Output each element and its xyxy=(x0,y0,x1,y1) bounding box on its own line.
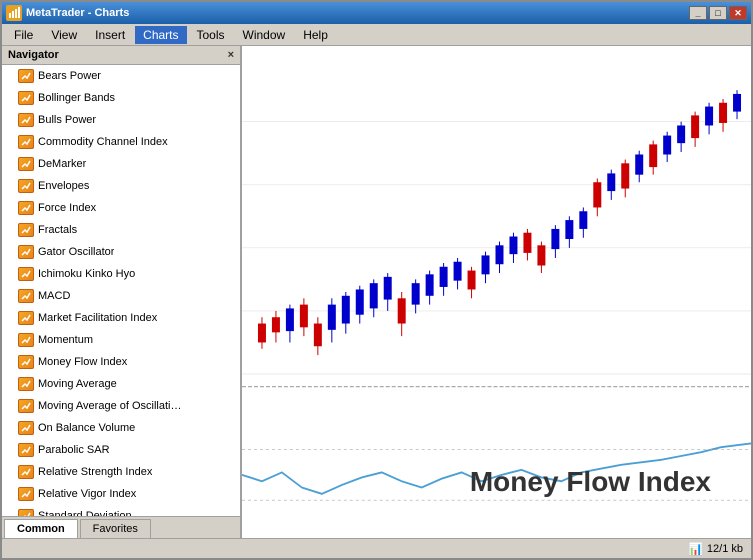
menu-tools[interactable]: Tools xyxy=(189,26,233,44)
nav-item-label: Money Flow Index xyxy=(38,353,127,371)
nav-item-label: Bears Power xyxy=(38,67,101,85)
app-icon xyxy=(6,5,22,21)
status-bar: 📊 12/1 kb xyxy=(2,538,751,558)
nav-item-macd[interactable]: MACD xyxy=(2,285,240,307)
nav-item-momentum[interactable]: Momentum xyxy=(2,329,240,351)
nav-item-demarker[interactable]: DeMarker xyxy=(2,153,240,175)
indicator-icon xyxy=(18,135,34,149)
nav-item-relative-vigor-index[interactable]: Relative Vigor Index xyxy=(2,483,240,505)
nav-item-money-flow-index[interactable]: Money Flow Index xyxy=(2,351,240,373)
menu-insert[interactable]: Insert xyxy=(87,26,133,44)
indicator-icon xyxy=(18,311,34,325)
indicator-icon xyxy=(18,113,34,127)
menu-window[interactable]: Window xyxy=(235,26,294,44)
menu-file[interactable]: File xyxy=(6,26,41,44)
close-button[interactable]: ✕ xyxy=(729,6,747,20)
nav-item-parabolic-sar[interactable]: Parabolic SAR xyxy=(2,439,240,461)
nav-item-label: On Balance Volume xyxy=(38,419,135,437)
nav-item-ichimoku-kinko-hyo[interactable]: Ichimoku Kinko Hyo xyxy=(2,263,240,285)
navigator-header: Navigator × xyxy=(2,46,240,65)
navigator-panel: Navigator × Bears Power Bollinger Bands Bu… xyxy=(2,46,242,538)
nav-item-label: Standard Deviation xyxy=(38,507,132,516)
indicator-icon xyxy=(18,333,34,347)
nav-item-market-facilitation-index[interactable]: Market Facilitation Index xyxy=(2,307,240,329)
nav-item-fractals[interactable]: Fractals xyxy=(2,219,240,241)
navigator-list[interactable]: Bears Power Bollinger Bands Bulls Power Com… xyxy=(2,65,240,516)
nav-item-label: Fractals xyxy=(38,221,77,239)
main-content: Navigator × Bears Power Bollinger Bands Bu… xyxy=(2,46,751,538)
window-title: MetaTrader - Charts xyxy=(26,7,129,19)
window-controls: _ □ ✕ xyxy=(689,6,747,20)
indicator-icon xyxy=(18,201,34,215)
maximize-button[interactable]: □ xyxy=(709,6,727,20)
main-window: MetaTrader - Charts _ □ ✕ File View Inse… xyxy=(0,0,753,560)
chart-area: 🗗 ✕ xyxy=(242,46,751,538)
nav-item-label: DeMarker xyxy=(38,155,86,173)
nav-item-label: MACD xyxy=(38,287,70,305)
nav-item-label: Gator Oscillator xyxy=(38,243,114,261)
navigator-close-button[interactable]: × xyxy=(228,49,234,61)
nav-item-bollinger-bands[interactable]: Bollinger Bands xyxy=(2,87,240,109)
nav-item-label: Moving Average of Oscillati… xyxy=(38,397,181,415)
nav-item-label: Moving Average xyxy=(38,375,117,393)
nav-item-label: Bulls Power xyxy=(38,111,96,129)
nav-item-on-balance-volume[interactable]: On Balance Volume xyxy=(2,417,240,439)
indicator-icon xyxy=(18,465,34,479)
nav-item-label: Relative Vigor Index xyxy=(38,485,136,503)
title-bar: MetaTrader - Charts _ □ ✕ xyxy=(2,2,751,24)
nav-item-label: Force Index xyxy=(38,199,96,217)
indicator-icon xyxy=(18,289,34,303)
status-stats: 12/1 kb xyxy=(707,543,743,555)
nav-item-label: Momentum xyxy=(38,331,93,349)
nav-item-gator-oscillator[interactable]: Gator Oscillator xyxy=(2,241,240,263)
nav-item-label: Market Facilitation Index xyxy=(38,309,157,327)
nav-item-bulls-power[interactable]: Bulls Power xyxy=(2,109,240,131)
indicator-icon xyxy=(18,223,34,237)
indicator-icon xyxy=(18,509,34,516)
nav-item-commodity-channel-index[interactable]: Commodity Channel Index xyxy=(2,131,240,153)
menu-charts[interactable]: Charts xyxy=(135,26,186,44)
menu-help[interactable]: Help xyxy=(295,26,336,44)
indicator-icon xyxy=(18,267,34,281)
status-right: 📊 12/1 kb xyxy=(688,542,743,556)
nav-item-relative-strength-index[interactable]: Relative Strength Index xyxy=(2,461,240,483)
chart-canvas: Money Flow Index xyxy=(242,46,751,538)
indicator-icon xyxy=(18,443,34,457)
candlestick-chart xyxy=(242,46,751,538)
nav-item-moving-average-oscillator[interactable]: Moving Average of Oscillati… xyxy=(2,395,240,417)
indicator-icon xyxy=(18,355,34,369)
indicator-icon xyxy=(18,157,34,171)
nav-item-envelopes[interactable]: Envelopes xyxy=(2,175,240,197)
indicator-icon xyxy=(18,69,34,83)
nav-item-label: Parabolic SAR xyxy=(38,441,110,459)
menu-bar: File View Insert Charts Tools Window Hel… xyxy=(2,24,751,46)
nav-item-bears-power[interactable]: Bears Power xyxy=(2,65,240,87)
indicator-icon xyxy=(18,245,34,259)
navigator-title: Navigator xyxy=(8,49,59,61)
tab-favorites[interactable]: Favorites xyxy=(80,519,151,538)
indicator-icon xyxy=(18,377,34,391)
status-bar-chart-icon: 📊 xyxy=(688,542,703,556)
nav-item-label: Commodity Channel Index xyxy=(38,133,168,151)
indicator-icon xyxy=(18,421,34,435)
nav-item-label: Envelopes xyxy=(38,177,89,195)
nav-item-label: Relative Strength Index xyxy=(38,463,152,481)
nav-item-force-index[interactable]: Force Index xyxy=(2,197,240,219)
minimize-button[interactable]: _ xyxy=(689,6,707,20)
indicator-icon xyxy=(18,91,34,105)
nav-item-label: Bollinger Bands xyxy=(38,89,115,107)
nav-item-standard-deviation[interactable]: Standard Deviation xyxy=(2,505,240,516)
indicator-icon xyxy=(18,487,34,501)
nav-item-label: Ichimoku Kinko Hyo xyxy=(38,265,135,283)
navigator-tabs: Common Favorites xyxy=(2,516,240,538)
title-bar-left: MetaTrader - Charts xyxy=(6,5,129,21)
indicator-icon xyxy=(18,179,34,193)
menu-view[interactable]: View xyxy=(43,26,85,44)
nav-item-moving-average[interactable]: Moving Average xyxy=(2,373,240,395)
indicator-icon xyxy=(18,399,34,413)
tab-common[interactable]: Common xyxy=(4,519,78,538)
